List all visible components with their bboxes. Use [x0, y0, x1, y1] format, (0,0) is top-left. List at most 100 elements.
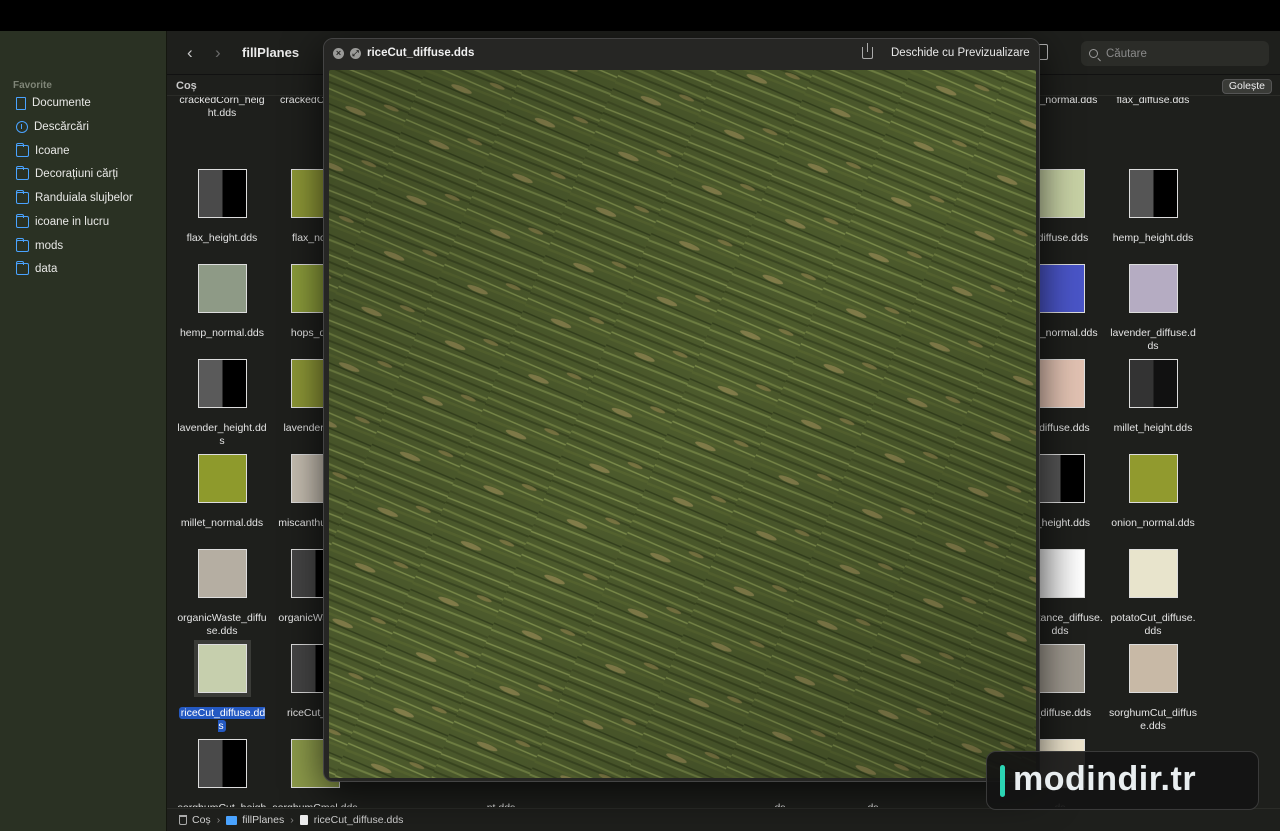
- file-item[interactable]: millet_height.dds: [1106, 359, 1200, 435]
- file-thumbnail: [1128, 169, 1178, 218]
- watermark-logo: modindir.tr: [986, 751, 1259, 810]
- file-name: lavender_diffuse.dds: [1110, 327, 1196, 352]
- sidebar-item-data[interactable]: data: [16, 259, 57, 279]
- file-thumbnail: [1035, 549, 1085, 598]
- share-icon[interactable]: [862, 43, 873, 59]
- file-item[interactable]: hemp_height.dds: [1106, 169, 1200, 245]
- empty-trash-button[interactable]: Golește: [1221, 79, 1272, 94]
- file-thumbnail: [1035, 264, 1085, 313]
- file-name: lavender_height.dds: [177, 422, 267, 447]
- file-thumbnail: [197, 549, 247, 598]
- file-name: onion_normal.dds: [1111, 517, 1195, 529]
- sidebar-item-label: data: [35, 263, 58, 275]
- file-name: ds: [733, 802, 827, 807]
- sidebar-item-randuiala-slujbelor[interactable]: Randuiala slujbelor: [16, 188, 133, 208]
- file-item[interactable]: lavender_height.dds: [175, 359, 269, 448]
- grass-texture: [329, 70, 1036, 778]
- trash-icon: [179, 815, 187, 825]
- folder-icon: [16, 166, 29, 180]
- chevron-right-icon: ›: [216, 814, 221, 826]
- document-icon: [16, 96, 26, 110]
- file-thumbnail: [1128, 644, 1178, 693]
- sidebar-item-descarcari[interactable]: Descărcări: [16, 117, 89, 137]
- file-thumbnail: [1035, 359, 1085, 408]
- downloads-icon: [16, 121, 28, 133]
- file-name: riceCut_diffuse.dds: [175, 707, 269, 733]
- file-item[interactable]: flax_height.dds: [175, 169, 269, 245]
- sidebar-item-icoane[interactable]: Icoane: [16, 141, 70, 161]
- file-item[interactable]: organicWaste_diffuse.dds: [175, 549, 269, 638]
- selected-file-item[interactable]: riceCut_diffuse.dds: [175, 640, 269, 733]
- folder-icon: [16, 238, 29, 252]
- open-with-preview-button[interactable]: Deschide cu Previzualizare: [884, 42, 1037, 65]
- file-name: flax_height.dds: [186, 232, 258, 244]
- file-name: sorghumCmal.dds: [268, 802, 362, 807]
- file-item[interactable]: sorghumCut_height.dds: [175, 739, 269, 807]
- watermark-text: modindir.tr: [1013, 760, 1197, 798]
- sidebar-item-mods[interactable]: mods: [16, 236, 63, 256]
- back-arrow-icon[interactable]: ‹: [187, 43, 193, 63]
- file-item[interactable]: hemp_normal.dds: [175, 264, 269, 340]
- sidebar-item-icoane-in-lucru[interactable]: icoane in lucru: [16, 212, 109, 232]
- sidebar: Favorite Documente Descărcări Icoane Dec…: [0, 31, 167, 831]
- sidebar-item-label: Descărcări: [34, 121, 89, 133]
- file-item[interactable]: sorghumCut_diffuse.dds: [1106, 644, 1200, 733]
- quick-look-header: × ⤢ riceCut_diffuse.dds Deschide cu Prev…: [324, 39, 1039, 69]
- path-segment-folder[interactable]: fillPlanes: [242, 814, 284, 826]
- file-thumbnail: [1128, 264, 1178, 313]
- sidebar-item-label: icoane in lucru: [35, 216, 110, 228]
- file-thumbnail: [1035, 454, 1085, 503]
- texture-preview-image: [329, 70, 1036, 778]
- search-input[interactable]: [1106, 47, 1256, 60]
- file-name: sorghumCut_diffuse.dds: [1109, 707, 1197, 732]
- close-icon[interactable]: ×: [333, 48, 344, 59]
- file-name: hemp_height.dds: [1112, 232, 1194, 244]
- file-thumbnail: [1128, 359, 1178, 408]
- file-thumbnail: [197, 169, 247, 218]
- file-thumbnail: [197, 264, 247, 313]
- file-name: nt.dds: [454, 802, 548, 807]
- file-thumbnail: [197, 359, 247, 408]
- file-thumbnail: [193, 640, 251, 697]
- file-item[interactable]: crackedCorn_height.dds: [175, 97, 269, 120]
- file-name: flax_diffuse.dds: [1116, 97, 1190, 106]
- sidebar-item-documente[interactable]: Documente: [16, 93, 91, 113]
- sidebar-item-decoratiuni-carti[interactable]: Decorațiuni cărți: [16, 164, 118, 184]
- file-icon: [299, 815, 308, 825]
- file-thumbnail: [1128, 549, 1178, 598]
- file-item[interactable]: ds: [733, 802, 827, 807]
- file-item[interactable]: millet_normal.dds: [175, 454, 269, 530]
- location-label: Coș: [176, 80, 197, 92]
- file-name: hemp_normal.dds: [179, 327, 265, 339]
- sidebar-item-label: mods: [35, 240, 64, 252]
- file-item[interactable]: lavender_diffuse.dds: [1106, 264, 1200, 353]
- folder-icon: [16, 214, 29, 228]
- file-name: sorghumCut_height.dds: [175, 802, 269, 807]
- path-segment-trash[interactable]: Coș: [192, 814, 211, 826]
- file-item[interactable]: ds: [826, 802, 920, 807]
- menu-bar: [0, 0, 1280, 31]
- logo-bar: [1000, 765, 1005, 797]
- search-field[interactable]: [1081, 41, 1269, 66]
- quick-look-window: × ⤢ riceCut_diffuse.dds Deschide cu Prev…: [323, 38, 1040, 782]
- file-item[interactable]: flax_diffuse.dds: [1106, 97, 1200, 107]
- file-item[interactable]: onion_normal.dds: [1106, 454, 1200, 530]
- file-thumbnail: [1128, 454, 1178, 503]
- path-segment-file[interactable]: riceCut_diffuse.dds: [314, 814, 404, 826]
- fullscreen-icon[interactable]: ⤢: [350, 48, 361, 59]
- window-title: fillPlanes: [242, 45, 300, 60]
- sidebar-item-label: Decorațiuni cărți: [35, 168, 119, 180]
- forward-arrow-icon[interactable]: ›: [215, 43, 221, 63]
- file-thumbnail: [1035, 644, 1085, 693]
- file-name: ds: [826, 802, 920, 807]
- path-bar: Coș › fillPlanes › riceCut_diffuse.dds: [167, 808, 1280, 831]
- file-name: millet_normal.dds: [180, 517, 264, 529]
- folder-icon: [226, 815, 238, 825]
- file-name: organicWaste_diffuse.dds: [177, 612, 267, 637]
- file-item[interactable]: nt.dds: [454, 802, 548, 807]
- sidebar-section-favorites: Favorite: [13, 80, 52, 91]
- sidebar-item-label: Randuiala slujbelor: [35, 192, 133, 204]
- sidebar-item-label: Documente: [32, 97, 91, 109]
- file-thumbnail: [197, 739, 247, 788]
- file-item[interactable]: potatoCut_diffuse.dds: [1106, 549, 1200, 638]
